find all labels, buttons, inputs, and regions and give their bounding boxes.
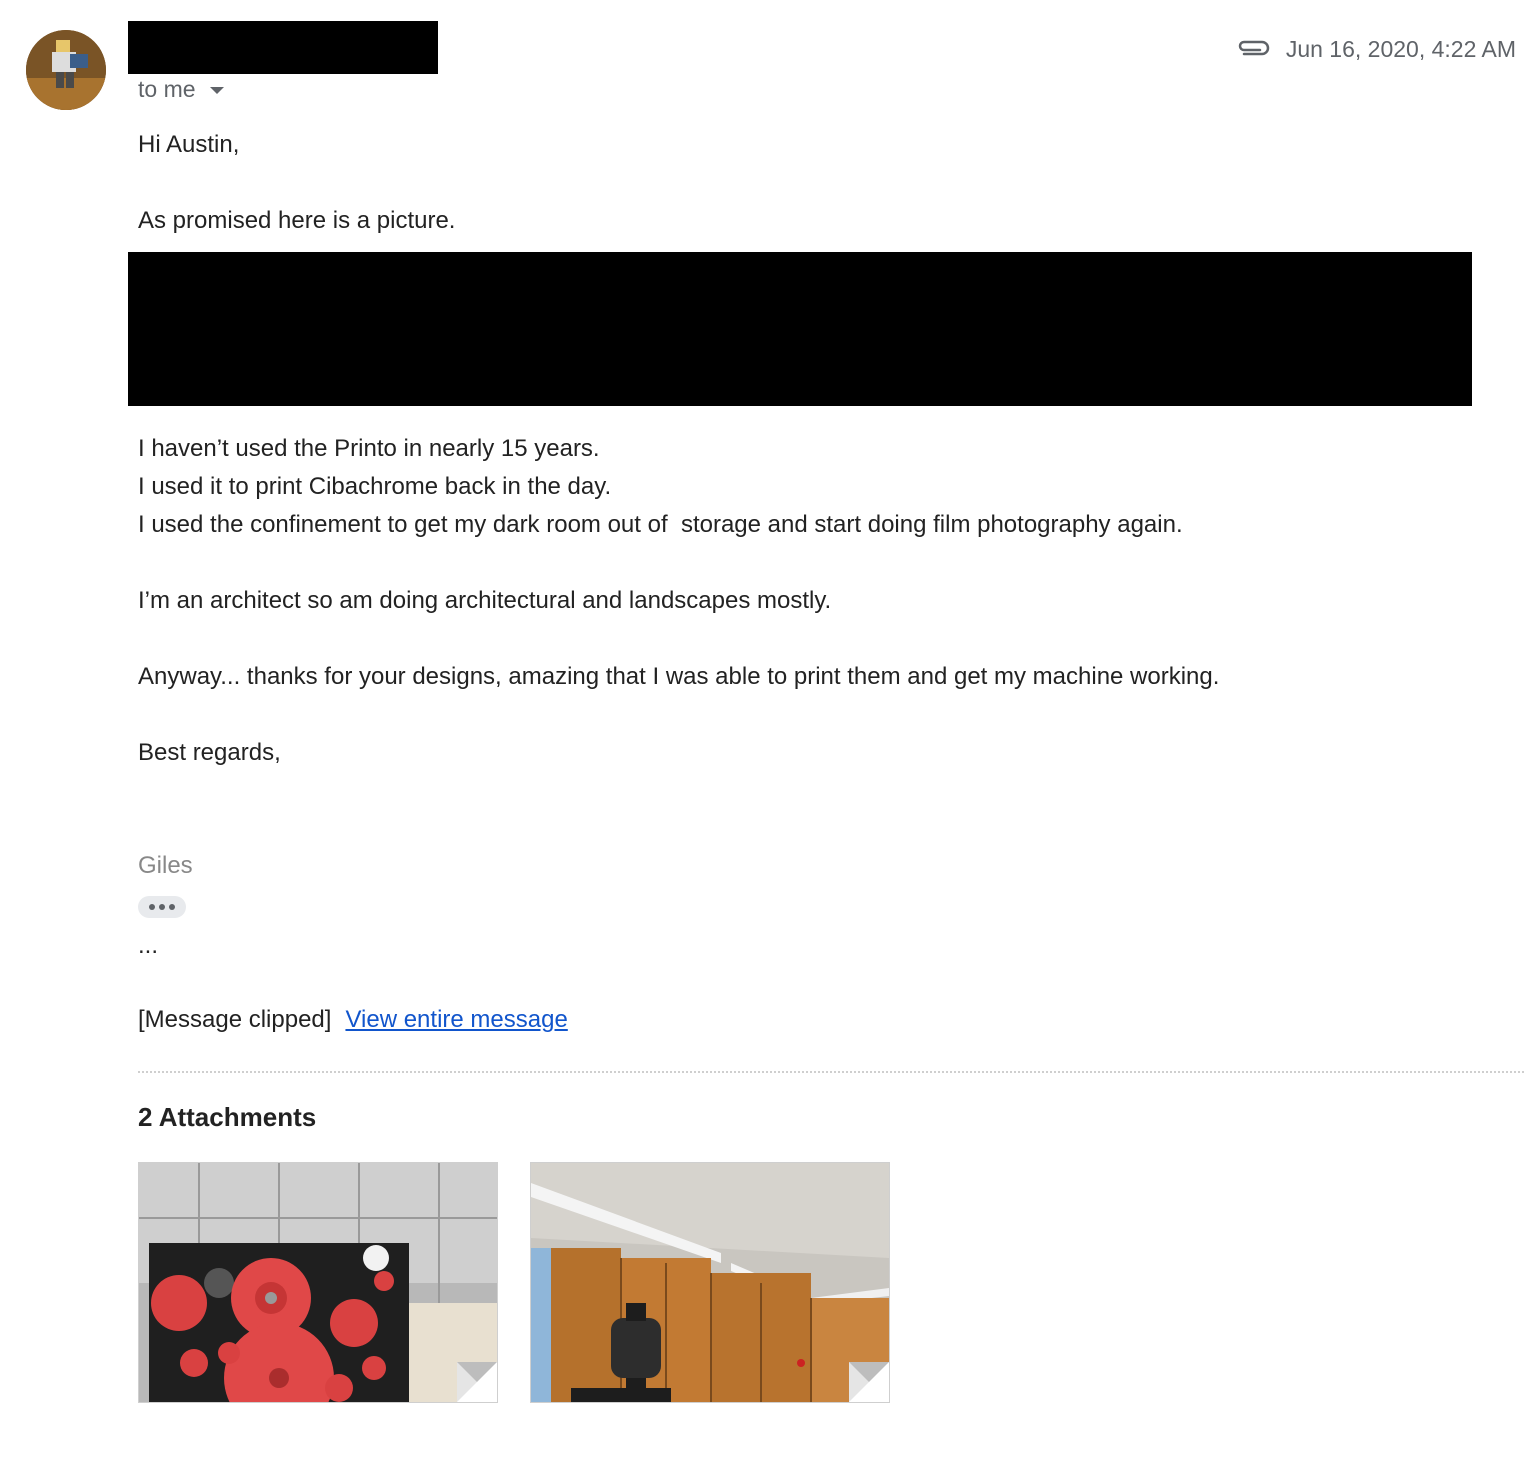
signature-name: Giles bbox=[138, 852, 193, 879]
dot bbox=[159, 904, 165, 910]
trimmed-ellipsis: ... bbox=[138, 932, 159, 959]
clipped-text: [Message clipped] bbox=[138, 1006, 332, 1033]
attachment-thumbnail-darkroom[interactable] bbox=[530, 1162, 890, 1403]
sender-name-redacted bbox=[128, 21, 438, 74]
attachments-title: 2 Attachments bbox=[138, 1102, 317, 1132]
paperclip-icon bbox=[1236, 34, 1272, 64]
body-line-anyway: Anyway... thanks for your designs, amazi… bbox=[138, 663, 1220, 690]
page-curl-cover bbox=[457, 1362, 497, 1402]
message-meta: Jun 16, 2020, 4:22 AM bbox=[1236, 34, 1516, 64]
recipient-label: to me bbox=[138, 76, 196, 102]
body-line-1: I haven’t used the Printo in nearly 15 y… bbox=[138, 435, 600, 462]
show-trimmed-content-button[interactable] bbox=[138, 896, 186, 918]
greeting: Hi Austin, bbox=[138, 131, 240, 158]
view-entire-message-link[interactable]: View entire message bbox=[345, 1006, 567, 1034]
chevron-down-icon[interactable] bbox=[209, 87, 224, 94]
message-date: Jun 16, 2020, 4:22 AM bbox=[1285, 35, 1516, 62]
body-line-promised: As promised here is a picture. bbox=[138, 207, 456, 234]
clipped-notice: [Message clipped] View entire message bbox=[138, 1006, 568, 1034]
page-curl-cover bbox=[849, 1362, 889, 1402]
attachments-divider bbox=[138, 1071, 1524, 1073]
sender-avatar[interactable] bbox=[26, 30, 106, 110]
closing: Best regards, bbox=[138, 739, 281, 766]
body-line-2: I used it to print Cibachrome back in th… bbox=[138, 473, 612, 500]
dot bbox=[169, 904, 175, 910]
recipient-details[interactable]: to me bbox=[138, 76, 224, 103]
redacted-image bbox=[128, 252, 1472, 406]
attachment-thumbnail-gears[interactable] bbox=[138, 1162, 498, 1403]
dot bbox=[149, 904, 155, 910]
body-line-3: I used the confinement to get my dark ro… bbox=[138, 511, 1183, 538]
body-line-architect: I’m an architect so am doing architectur… bbox=[138, 587, 832, 614]
